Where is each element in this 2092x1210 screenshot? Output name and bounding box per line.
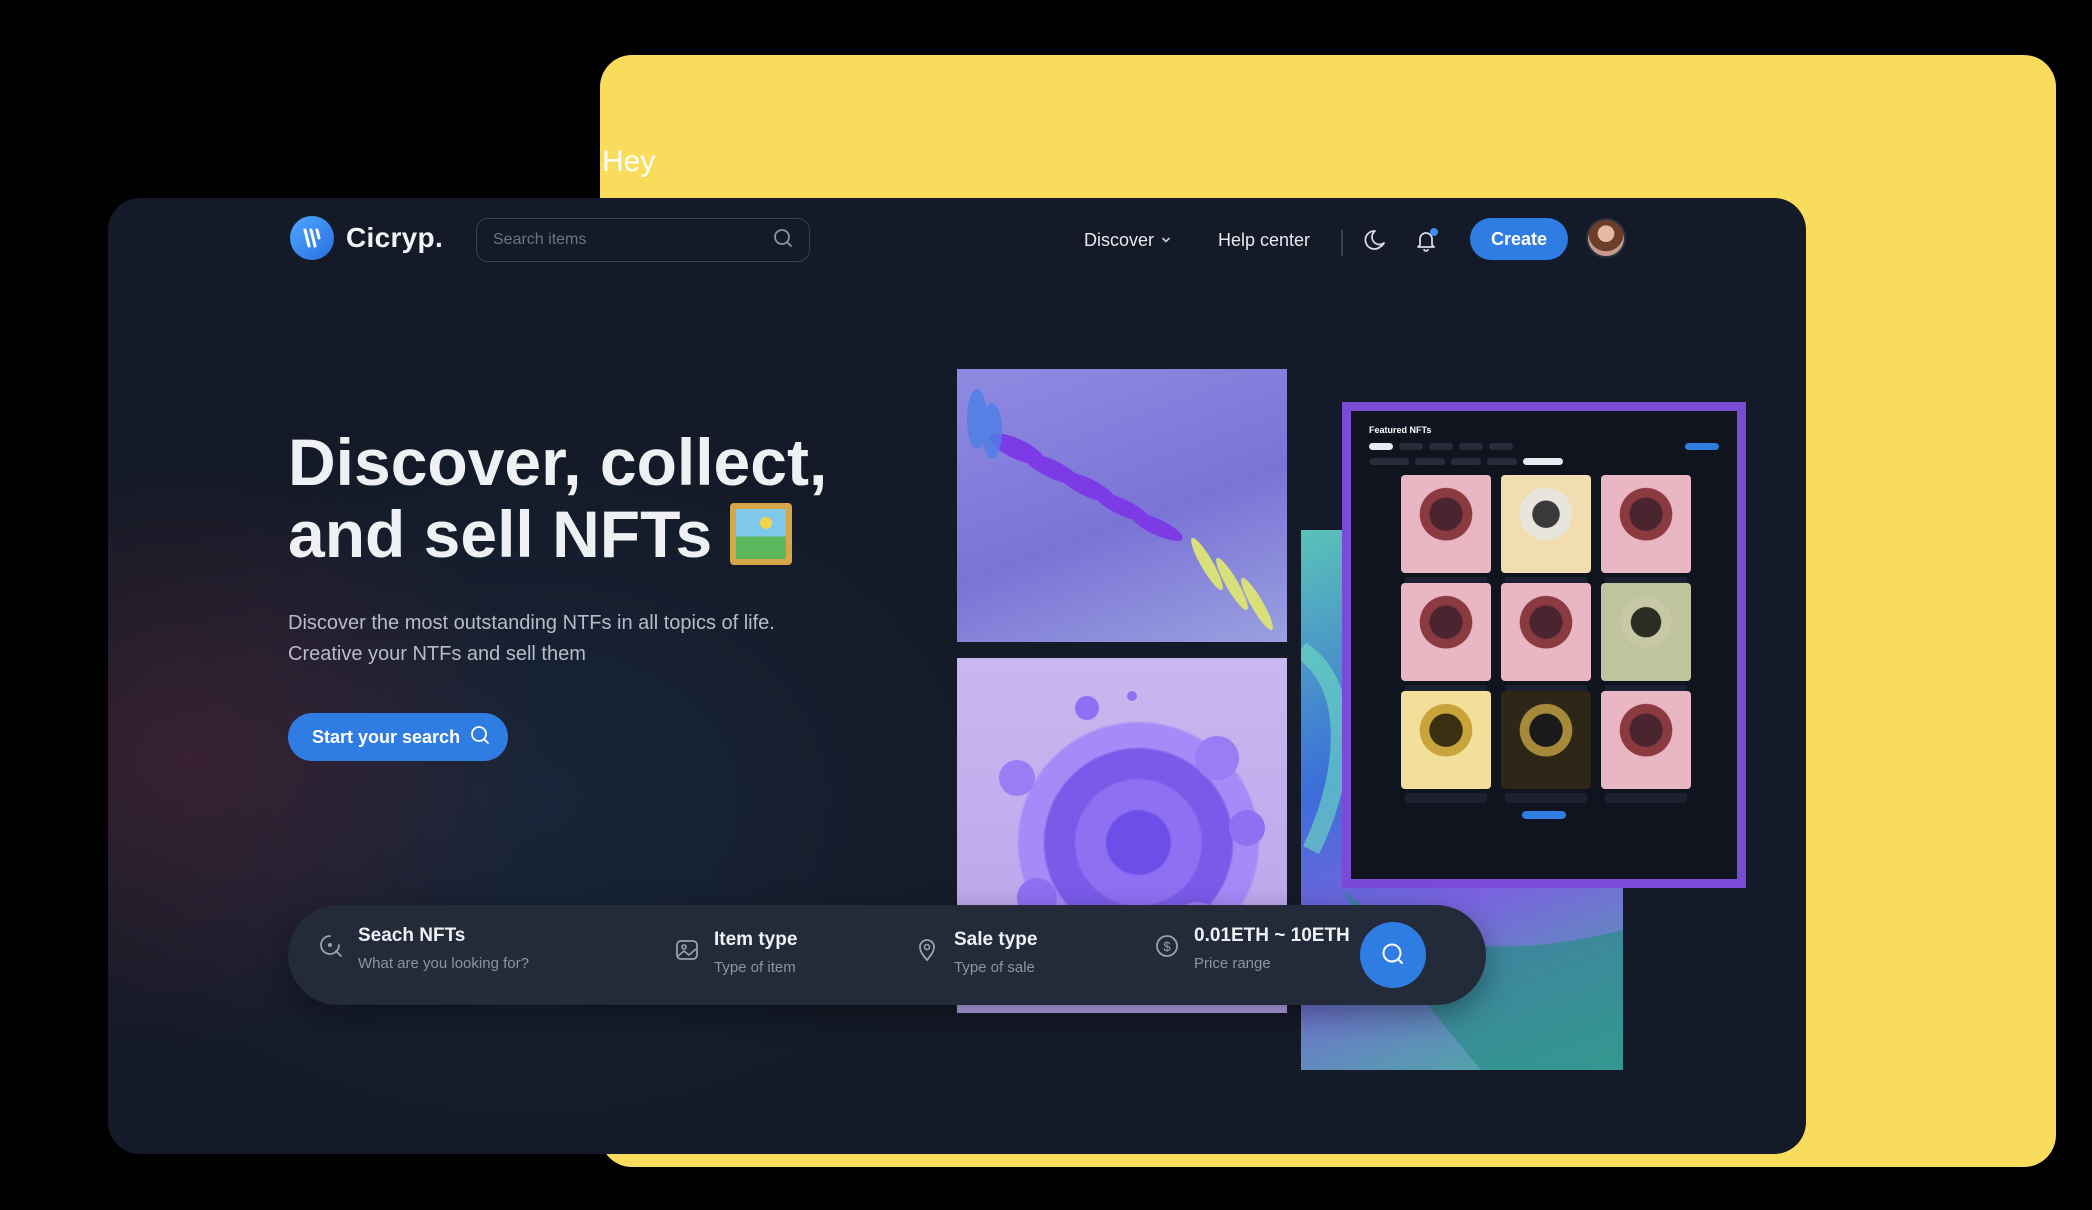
nft-card[interactable] <box>1601 583 1691 695</box>
filter-price-sub: Price range <box>1194 955 1271 972</box>
search-icon <box>1380 941 1406 970</box>
dollar-icon: $ <box>1154 933 1180 959</box>
filter-item-type-sub: Type of item <box>714 959 796 976</box>
search-input[interactable] <box>493 231 773 249</box>
featured-grid <box>1401 475 1719 803</box>
bell-icon[interactable] <box>1408 222 1444 258</box>
nft-card[interactable] <box>1401 691 1491 803</box>
hero-title-line1: Discover, collect, <box>288 425 828 499</box>
featured-filters <box>1369 458 1719 465</box>
logo-text: Cicryp. <box>346 222 444 253</box>
chevron-down-icon <box>1160 230 1172 251</box>
search-field[interactable] <box>476 218 810 262</box>
nft-card[interactable] <box>1401 583 1491 695</box>
overlay-text: Hey <box>602 145 656 178</box>
filter-sale-type-title: Sale type <box>954 929 1038 950</box>
notification-dot <box>1430 228 1438 236</box>
hero-subtitle-line2: Creative your NTFs and sell them <box>288 643 586 665</box>
app-window: Cicryp. Discover Help center Create D <box>108 198 1806 1154</box>
filter-price-title: 0.01ETH ~ 10ETH <box>1194 925 1350 946</box>
create-button[interactable]: Create <box>1470 218 1568 260</box>
framed-picture-icon <box>730 503 793 565</box>
view-more-button[interactable] <box>1522 811 1566 819</box>
avatar[interactable] <box>1586 218 1626 258</box>
filter-search-nfts[interactable]: Seach NFTs What are you looking for? <box>318 925 529 972</box>
search-icon <box>318 933 344 959</box>
filter-price-range[interactable]: $ 0.01ETH ~ 10ETH Price range <box>1154 925 1350 972</box>
featured-tabs <box>1369 443 1719 450</box>
nft-artwork-ribbon[interactable] <box>957 369 1287 642</box>
start-search-label: Start your search <box>312 726 461 747</box>
nav-help-center[interactable]: Help center <box>1218 222 1310 258</box>
nft-card[interactable] <box>1601 691 1691 803</box>
filter-item-type-title: Item type <box>714 929 798 950</box>
filter-sale-type[interactable]: Sale type Type of sale <box>914 929 1037 976</box>
start-search-button[interactable]: Start your search <box>288 713 509 761</box>
map-pin-icon <box>914 937 940 963</box>
nft-card[interactable] <box>1501 475 1591 587</box>
search-filter-bar: Seach NFTs What are you looking for? Ite… <box>288 905 1486 1005</box>
filter-item-type[interactable]: Item type Type of item <box>674 929 797 976</box>
search-icon <box>470 725 490 750</box>
filter-search-title: Seach NFTs <box>358 925 466 946</box>
hero-subtitle: Discover the most outstanding NTFs in al… <box>288 608 848 670</box>
nft-card[interactable] <box>1501 583 1591 695</box>
hero-subtitle-line1: Discover the most outstanding NTFs in al… <box>288 612 775 634</box>
search-icon[interactable] <box>773 228 793 253</box>
stage: Hey Cicryp. Discover Help center <box>0 0 2092 1210</box>
hero-title: Discover, collect, and sell NFTs <box>288 426 908 570</box>
filter-search-button[interactable] <box>1360 922 1426 988</box>
nft-card[interactable] <box>1601 475 1691 587</box>
nav-divider <box>1341 230 1343 256</box>
nav-discover[interactable]: Discover <box>1084 222 1172 258</box>
logo-mark-icon <box>290 216 334 260</box>
nft-card[interactable] <box>1401 475 1491 587</box>
hero-title-line2-text: and sell NFTs <box>288 497 713 571</box>
filter-search-sub: What are you looking for? <box>358 955 529 972</box>
logo[interactable]: Cicryp. <box>290 216 443 260</box>
filter-sale-type-sub: Type of sale <box>954 959 1035 976</box>
nft-card[interactable] <box>1501 691 1591 803</box>
image-icon <box>674 937 700 963</box>
hero-title-line2: and sell NFTs <box>288 498 908 570</box>
svg-text:$: $ <box>1163 939 1171 954</box>
nav-discover-label: Discover <box>1084 229 1155 250</box>
featured-nfts-preview[interactable]: Featured NFTs <box>1342 402 1746 888</box>
moon-icon[interactable] <box>1358 222 1394 258</box>
featured-title: Featured NFTs <box>1369 425 1432 435</box>
